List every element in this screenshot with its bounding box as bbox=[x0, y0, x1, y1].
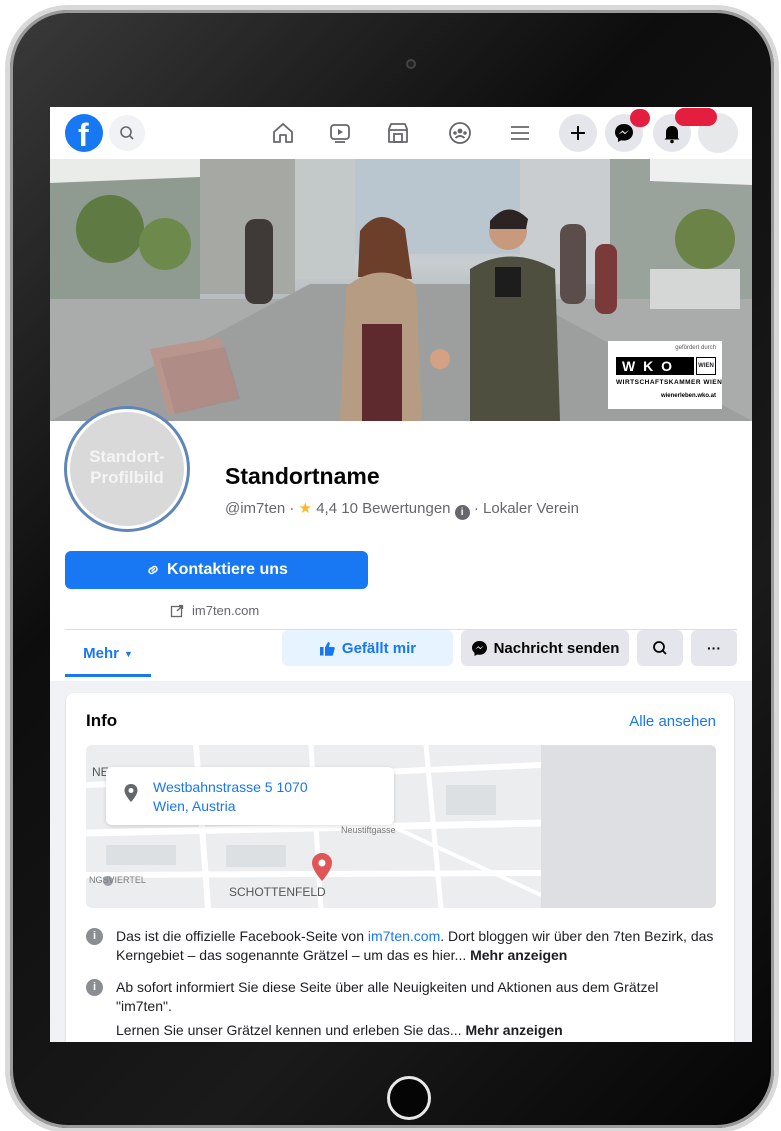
about-paragraph-2: i Ab sofort informiert Sie diese Seite ü… bbox=[86, 978, 716, 1016]
facebook-logo-icon[interactable]: f bbox=[65, 114, 103, 153]
external-link-icon bbox=[170, 604, 184, 617]
groups-icon[interactable] bbox=[447, 120, 473, 146]
sponsor-badge: gefördert durch W K O WIEN WIRTSCHAFTSKA… bbox=[608, 341, 722, 409]
show-more-link[interactable]: Mehr anzeigen bbox=[470, 947, 567, 963]
info-title: Info bbox=[86, 711, 118, 730]
screen: f gefördert durch W K O WIEN WIRTSCHAFTS… bbox=[50, 107, 752, 1042]
profile-picture[interactable]: Standort- Profilbild bbox=[67, 409, 187, 529]
sponsor-name: WIRTSCHAFTSKAMMER WIEN bbox=[616, 379, 723, 386]
search-icon bbox=[120, 126, 134, 140]
map-label: NGSVIERTEL bbox=[89, 875, 146, 885]
tab-more-label: Mehr bbox=[83, 645, 119, 662]
website-inline-link[interactable]: im7ten.com bbox=[368, 928, 440, 944]
page-title: Standortname bbox=[225, 463, 380, 489]
address-line-2: Wien, Austria bbox=[153, 798, 236, 814]
like-button[interactable]: Gefällt mir bbox=[282, 630, 453, 666]
wko-city: WIEN bbox=[696, 357, 716, 375]
caret-down-icon: ▼ bbox=[123, 648, 133, 659]
home-button[interactable] bbox=[387, 1076, 431, 1120]
create-button[interactable] bbox=[559, 114, 597, 152]
wko-logo: W K O bbox=[616, 357, 694, 375]
sponsor-note: gefördert durch bbox=[675, 345, 716, 351]
link-icon bbox=[148, 565, 158, 575]
contact-us-label: Kontaktiere uns bbox=[167, 561, 288, 578]
address-card[interactable]: Westbahnstrasse 5 1070 Wien, Austria bbox=[106, 767, 394, 825]
cover-photo[interactable]: gefördert durch W K O WIEN WIRTSCHAFTSKA… bbox=[50, 159, 752, 421]
home-icon[interactable] bbox=[270, 120, 296, 146]
profile-picture-placeholder: Standort- Profilbild bbox=[89, 447, 165, 487]
send-message-label: Nachricht senden bbox=[493, 639, 620, 657]
map-label: Neustiftgasse bbox=[341, 825, 396, 835]
search-button[interactable] bbox=[109, 115, 145, 151]
messenger-icon bbox=[471, 640, 487, 656]
front-camera bbox=[406, 59, 416, 69]
sponsor-url: wienerleben.wko.at bbox=[660, 393, 716, 399]
tab-more[interactable]: Mehr ▼ bbox=[65, 633, 151, 677]
reviews-count[interactable]: 10 Bewertungen bbox=[341, 500, 450, 517]
location-map[interactable]: NE Neustiftgasse NGSVIERTEL SCHOTTENFELD… bbox=[86, 745, 716, 908]
thumbs-up-icon bbox=[319, 641, 335, 656]
more-options-button[interactable]: ··· bbox=[691, 630, 737, 666]
website-link[interactable]: im7ten.com bbox=[170, 603, 259, 618]
contact-us-button[interactable]: Kontaktiere uns bbox=[65, 551, 368, 589]
info-icon: i bbox=[86, 928, 103, 945]
page-header: Standort- Profilbild Standortname @im7te… bbox=[50, 409, 752, 681]
like-label: Gefällt mir bbox=[341, 639, 417, 657]
send-message-button[interactable]: Nachricht senden bbox=[461, 630, 629, 666]
website-url: im7ten.com bbox=[192, 603, 260, 618]
location-pin-icon bbox=[124, 784, 138, 802]
about-paragraph-3: Lernen Sie unser Grätzel kennen und erle… bbox=[116, 1022, 563, 1038]
address-line-1: Westbahnstrasse 5 1070 bbox=[153, 779, 308, 795]
watch-icon[interactable] bbox=[327, 120, 353, 146]
top-navigation: f bbox=[50, 107, 752, 159]
about-paragraph-1: i Das ist die offizielle Facebook-Seite … bbox=[86, 927, 716, 965]
plus-icon bbox=[571, 126, 585, 140]
map-unloaded-area bbox=[541, 745, 716, 908]
address-text[interactable]: Westbahnstrasse 5 1070 Wien, Austria bbox=[153, 778, 383, 816]
info-icon: i bbox=[86, 979, 103, 996]
star-icon: ★ bbox=[298, 500, 313, 517]
see-all-link[interactable]: Alle ansehen bbox=[629, 713, 716, 730]
map-label: SCHOTTENFELD bbox=[229, 885, 326, 899]
info-icon[interactable]: i bbox=[454, 505, 470, 520]
more-dots-icon: ··· bbox=[707, 640, 721, 656]
menu-icon[interactable] bbox=[507, 120, 533, 146]
page-category: Lokaler Verein bbox=[483, 500, 579, 517]
rating-value: 4,4 bbox=[316, 500, 338, 517]
marketplace-icon[interactable] bbox=[385, 120, 411, 146]
page-search-button[interactable] bbox=[637, 630, 683, 666]
messenger-badge bbox=[630, 109, 650, 127]
search-icon bbox=[653, 641, 667, 655]
info-card: Info Alle ansehen NE Neustiftgasse NGSVI… bbox=[66, 693, 734, 1042]
show-more-link[interactable]: Mehr anzeigen bbox=[465, 1022, 562, 1038]
page-meta: @im7ten · ★ 4,4 10 Bewertungen i · Lokal… bbox=[225, 500, 579, 520]
page-handle: @im7ten bbox=[225, 500, 286, 517]
notifications-badge bbox=[675, 108, 717, 126]
